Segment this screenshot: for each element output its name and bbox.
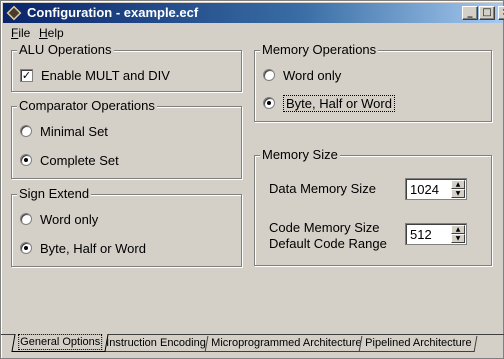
memory-byte-half-word-label: Byte, Half or Word [283,94,395,112]
minimal-set-label: Minimal Set [40,123,108,139]
tab-instruction-encoding-label: Instruction Encoding [106,337,206,349]
minimize-button[interactable]: _ [462,6,478,20]
radio-checked-icon[interactable] [20,154,32,166]
configuration-window: Configuration - example.ecf _ □ × File H… [0,0,504,359]
tab-pipelined-architecture-label: Pipelined Architecture [365,337,472,349]
alu-operations-group: ALU Operations ✓ Enable MULT and DIV [11,42,242,92]
data-memory-size-value[interactable]: 1024 [410,182,439,197]
memory-word-only-radio[interactable]: Word only [263,67,341,83]
tab-microprogrammed-architecture[interactable]: Microprogrammed Architecture [204,336,368,352]
spin-down-icon[interactable]: ▼ [451,234,465,243]
enable-mult-div-label: Enable MULT and DIV [41,67,170,83]
sign-extend-group: Sign Extend Word only Byte, Half or Word [11,186,242,267]
tab-general-options-label: General Options [18,334,103,350]
spin-up-icon[interactable]: ▲ [451,225,465,234]
memory-word-only-label: Word only [283,67,342,83]
tab-strip: General Options Instruction Encoding Mic… [1,334,504,356]
maximize-button[interactable]: □ [479,6,495,20]
code-memory-size-value[interactable]: 512 [410,227,432,242]
spin-down-icon[interactable]: ▼ [451,189,465,198]
radio-unchecked-icon[interactable] [263,69,275,81]
complete-set-label: Complete Set [40,152,119,168]
menu-bar: File Help [3,24,503,42]
memory-size-title: Memory Size [260,147,340,162]
default-code-range-label: Default Code Range [269,236,387,251]
enable-mult-div-checkbox[interactable]: ✓ Enable MULT and DIV [20,67,170,83]
sign-extend-word-only-label: Word only [40,211,99,227]
app-icon[interactable] [6,5,22,21]
sign-extend-byte-half-word-radio[interactable]: Byte, Half or Word [20,240,146,256]
tab-pipelined-architecture[interactable]: Pipelined Architecture [358,336,478,352]
code-memory-size-label: Code Memory Size [269,220,380,235]
menu-file[interactable]: File [11,26,30,40]
radio-unchecked-icon[interactable] [20,213,32,225]
sign-extend-word-only-radio[interactable]: Word only [20,211,98,227]
memory-operations-group: Memory Operations Word only Byte, Half o… [254,42,492,122]
tab-general-options[interactable]: General Options [11,334,109,352]
sign-extend-byte-half-word-label: Byte, Half or Word [40,240,146,256]
radio-checked-icon[interactable] [20,242,32,254]
comparator-complete-set-radio[interactable]: Complete Set [20,152,119,168]
alu-operations-title: ALU Operations [17,42,114,57]
comparator-operations-title: Comparator Operations [17,98,157,113]
memory-operations-title: Memory Operations [260,42,379,57]
title-bar[interactable]: Configuration - example.ecf _ □ × [3,3,504,23]
memory-byte-half-word-radio[interactable]: Byte, Half or Word [263,94,395,112]
comparator-operations-group: Comparator Operations Minimal Set Comple… [11,98,242,179]
radio-unchecked-icon[interactable] [20,125,32,137]
data-memory-size-spinner[interactable]: 1024 ▲ ▼ [405,178,467,200]
window-title: Configuration - example.ecf [27,5,199,20]
sign-extend-title: Sign Extend [17,186,92,201]
memory-size-group: Memory Size Data Memory Size 1024 ▲ ▼ Co… [254,147,492,266]
checkmark-icon[interactable]: ✓ [20,68,33,82]
data-memory-size-label: Data Memory Size [269,181,376,196]
code-memory-size-spinner[interactable]: 512 ▲ ▼ [405,223,467,245]
tab-microprogrammed-architecture-label: Microprogrammed Architecture [211,337,362,349]
comparator-minimal-set-radio[interactable]: Minimal Set [20,123,108,139]
radio-checked-icon[interactable] [263,97,275,109]
menu-help[interactable]: Help [39,26,64,40]
spin-up-icon[interactable]: ▲ [451,180,465,189]
tab-instruction-encoding[interactable]: Instruction Encoding [99,336,213,352]
close-button[interactable]: × [498,6,504,20]
